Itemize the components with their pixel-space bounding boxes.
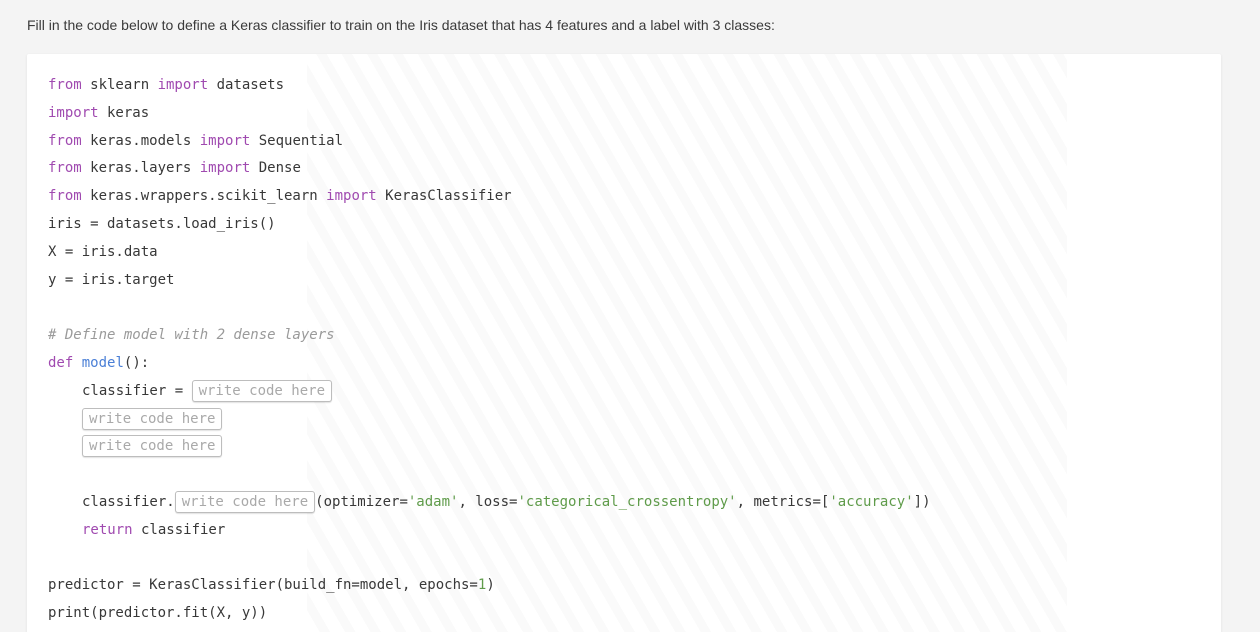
answer-blank-4[interactable]: write code here xyxy=(174,490,316,513)
code-text: datasets xyxy=(208,77,285,93)
keyword: import xyxy=(199,160,251,177)
code-text: keras.models xyxy=(81,132,200,149)
code-line-7: X = iris.data xyxy=(48,241,931,269)
code-line-comment: # Define model with 2 dense layers xyxy=(48,324,931,352)
function-name: model xyxy=(81,354,124,371)
code-text: keras.wrappers.scikit_learn xyxy=(81,188,327,205)
keyword: import xyxy=(157,77,209,93)
code-line-6: iris = datasets.load_iris() xyxy=(48,213,931,241)
answer-blank-3[interactable]: write code here xyxy=(82,435,223,458)
code-number: 1 xyxy=(477,577,487,594)
code-line-5: from keras.wrappers.scikit_learn import … xyxy=(48,185,931,213)
code-line-3: from keras.models import Sequential xyxy=(48,130,931,158)
code-comment: # Define model with 2 dense layers xyxy=(48,327,335,344)
keyword: def xyxy=(48,354,74,371)
code-text: predictor = KerasClassifier(build_fn=mod… xyxy=(48,577,478,594)
code-editor-card: from sklearn import datasets import kera… xyxy=(27,54,1221,632)
code-string: 'accuracy' xyxy=(829,493,914,510)
code-line-predictor: predictor = KerasClassifier(build_fn=mod… xyxy=(48,574,931,602)
code-line-1: from sklearn import datasets xyxy=(48,74,931,102)
keyword: from xyxy=(48,188,82,205)
code-line-blank-2: write code here xyxy=(48,407,931,436)
code-text: , loss= xyxy=(458,493,518,510)
code-text: keras.layers xyxy=(81,160,200,177)
code-text: Sequential xyxy=(250,132,344,149)
code-line-8: y = iris.target xyxy=(48,269,931,297)
code-text: iris = datasets.load_iris() xyxy=(48,215,276,232)
keyword: from xyxy=(48,132,82,149)
code-string: 'adam' xyxy=(407,493,459,510)
code-line-4: from keras.layers import Dense xyxy=(48,157,931,185)
keyword: from xyxy=(48,77,82,93)
code-text: X = iris.data xyxy=(48,243,158,260)
question-instructions: Fill in the code below to define a Keras… xyxy=(27,17,775,33)
keyword: return xyxy=(82,521,133,538)
code-text: y = iris.target xyxy=(48,271,175,288)
code-text: , metrics=[ xyxy=(736,493,830,510)
answer-blank-1[interactable]: write code here xyxy=(191,379,333,402)
code-text: ) xyxy=(486,577,495,594)
code-line-return: return classifier xyxy=(48,519,931,547)
code-line-2: import keras xyxy=(48,102,931,130)
code-text: print(predictor.fit(X, y)) xyxy=(48,605,268,622)
code-text: classifier xyxy=(132,521,226,538)
code-text: classifier. xyxy=(82,493,175,510)
code-block: from sklearn import datasets import kera… xyxy=(48,74,931,630)
code-text: (): xyxy=(123,354,150,371)
code-line-classifier-assign: classifier = write code here xyxy=(48,379,931,408)
keyword: import xyxy=(326,188,377,205)
keyword: import xyxy=(48,104,99,121)
code-line-blank-3: write code here xyxy=(48,435,931,463)
code-line-compile: classifier. write code here (optimizer='ad… xyxy=(48,490,931,519)
code-line-def: def model (): xyxy=(48,352,931,380)
code-text: keras xyxy=(98,104,150,121)
code-text: ]) xyxy=(913,493,931,510)
code-text: Dense xyxy=(250,160,301,177)
code-text: classifier = xyxy=(82,382,192,399)
answer-blank-2[interactable]: write code here xyxy=(82,407,223,430)
code-string: 'categorical_crossentropy' xyxy=(517,493,737,510)
keyword: from xyxy=(48,160,82,177)
code-text: (optimizer= xyxy=(315,493,408,510)
keyword: import xyxy=(199,132,251,149)
code-text: sklearn xyxy=(81,77,158,93)
code-text: KerasClassifier xyxy=(376,188,512,205)
code-line-print: print(predictor.fit(X, y)) xyxy=(48,602,931,630)
